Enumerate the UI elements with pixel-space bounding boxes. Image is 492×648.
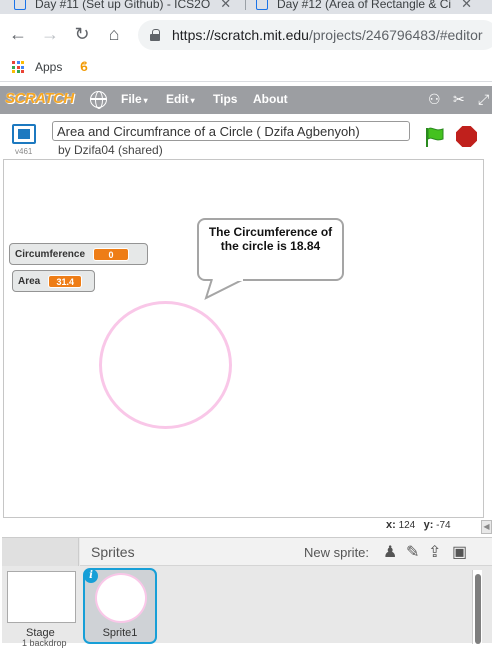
monitor-value: 31.4 [48,274,83,288]
edit-menu-label: Edit [166,92,189,106]
lock-icon [150,29,160,41]
forward-button[interactable]: → [40,24,60,44]
duplicate-stamp-icon[interactable]: ⚇ [428,91,441,108]
sprite-name: Sprite1 [102,627,138,639]
sprite-thumbnail [95,573,147,623]
stop-sign-icon[interactable] [456,126,477,147]
project-title-input[interactable] [52,121,410,141]
back-button[interactable]: ← [8,24,28,44]
tips-menu[interactable]: Tips [213,92,237,106]
sprite-tile-sprite1[interactable]: i Sprite1 [83,568,157,644]
tab-label: Day #11 (Set up Github) - ICS2O [35,0,211,11]
browser-toolbar: ← → ↻ ⌂ https://scratch.mit.edu/projects… [0,14,492,56]
bookmarks-bar: Apps ϐ [0,56,492,82]
globe-icon[interactable] [90,91,107,109]
document-icon [256,0,268,10]
upload-sprite-icon[interactable]: ⇪ [428,542,441,562]
stage-thumbnail[interactable] [7,571,76,623]
stage-backdrop-count: 1 backdrop [22,638,67,648]
stage-canvas[interactable]: Circumference 0 Area 31.4 The Circumfere… [3,159,484,518]
browser-tab-1[interactable]: Day #11 (Set up Github) - ICS2O ✕ [14,0,244,14]
mouse-coordinates: x: 124 y: -74 [386,519,451,531]
speech-bubble-tail [204,279,245,300]
paint-new-sprite-icon[interactable]: ✎ [406,542,419,562]
project-header: v461 by Dzifa04 (shared) [0,114,492,159]
file-menu-label: File [121,92,142,106]
speech-bubble: The Circumference of the circle is 18.84 [197,218,344,281]
tab-divider [245,0,246,10]
url-path: /projects/246796483/#editor [308,27,483,43]
circle-sprite[interactable] [99,301,232,429]
about-menu[interactable]: About [253,92,288,106]
document-icon [14,0,26,10]
version-label: v461 [15,147,33,156]
close-icon[interactable]: ✕ [461,0,472,12]
apps-bookmark[interactable]: Apps [35,60,62,74]
new-sprite-label: New sprite: [304,545,370,560]
monitor-value: 0 [93,247,130,261]
browser-tab-strip: Day #11 (Set up Github) - ICS2O ✕ Day #1… [0,0,492,14]
tab-label: Day #12 (Area of Rectangle & Ci [277,0,452,11]
choose-sprite-from-library-icon[interactable]: ♟ [383,542,397,562]
green-flag-icon[interactable] [423,126,445,148]
y-coord-value: -74 [436,520,451,531]
fullscreen-toggle-icon[interactable] [12,124,36,144]
x-coord-value: 124 [398,520,416,531]
home-button[interactable]: ⌂ [104,24,124,44]
scratch-menubar: SCRATCH File ▾ Edit ▾ Tips About ⚇ ✂ ⤢ [0,86,492,114]
info-icon[interactable]: i [84,569,98,583]
scratch-logo[interactable]: SCRATCH [5,90,74,107]
apps-grid-icon[interactable] [12,61,24,73]
browser-tab-2[interactable]: Day #12 (Area of Rectangle & Ci ✕ [256,0,492,14]
collapse-stage-arrow-icon[interactable]: ◀ [481,520,492,534]
project-byline: by Dzifa04 (shared) [58,143,163,157]
stage-tile-header [2,538,79,566]
monitor-label: Circumference [15,248,86,260]
cut-scissors-icon[interactable]: ✂ [453,91,465,108]
close-icon[interactable]: ✕ [220,0,231,12]
address-bar[interactable]: https://scratch.mit.edu/projects/2467964… [138,20,492,50]
y-coord-label: y: [423,519,434,531]
caret-down-icon: ▾ [143,96,148,105]
sprites-pane: Sprites New sprite: ♟ ✎ ⇪ ▣ Stage 1 back… [2,537,492,648]
file-menu[interactable]: File ▾ [121,92,148,106]
variable-monitor-area[interactable]: Area 31.4 [12,270,95,292]
x-coord-label: x: [386,519,396,531]
variable-monitor-circumference[interactable]: Circumference 0 [9,243,148,265]
reload-button[interactable]: ↻ [72,24,92,44]
bookmark-icon[interactable]: ϐ [80,59,88,74]
edit-menu[interactable]: Edit ▾ [166,92,195,106]
url-host: https://scratch.mit.edu [172,27,309,43]
grow-icon[interactable]: ⤢ [478,91,489,108]
monitor-label: Area [18,275,41,287]
caret-down-icon: ▾ [190,96,195,105]
camera-icon[interactable]: ▣ [452,542,467,562]
sprites-scrollbar[interactable] [472,570,482,644]
sprites-label: Sprites [91,544,135,560]
